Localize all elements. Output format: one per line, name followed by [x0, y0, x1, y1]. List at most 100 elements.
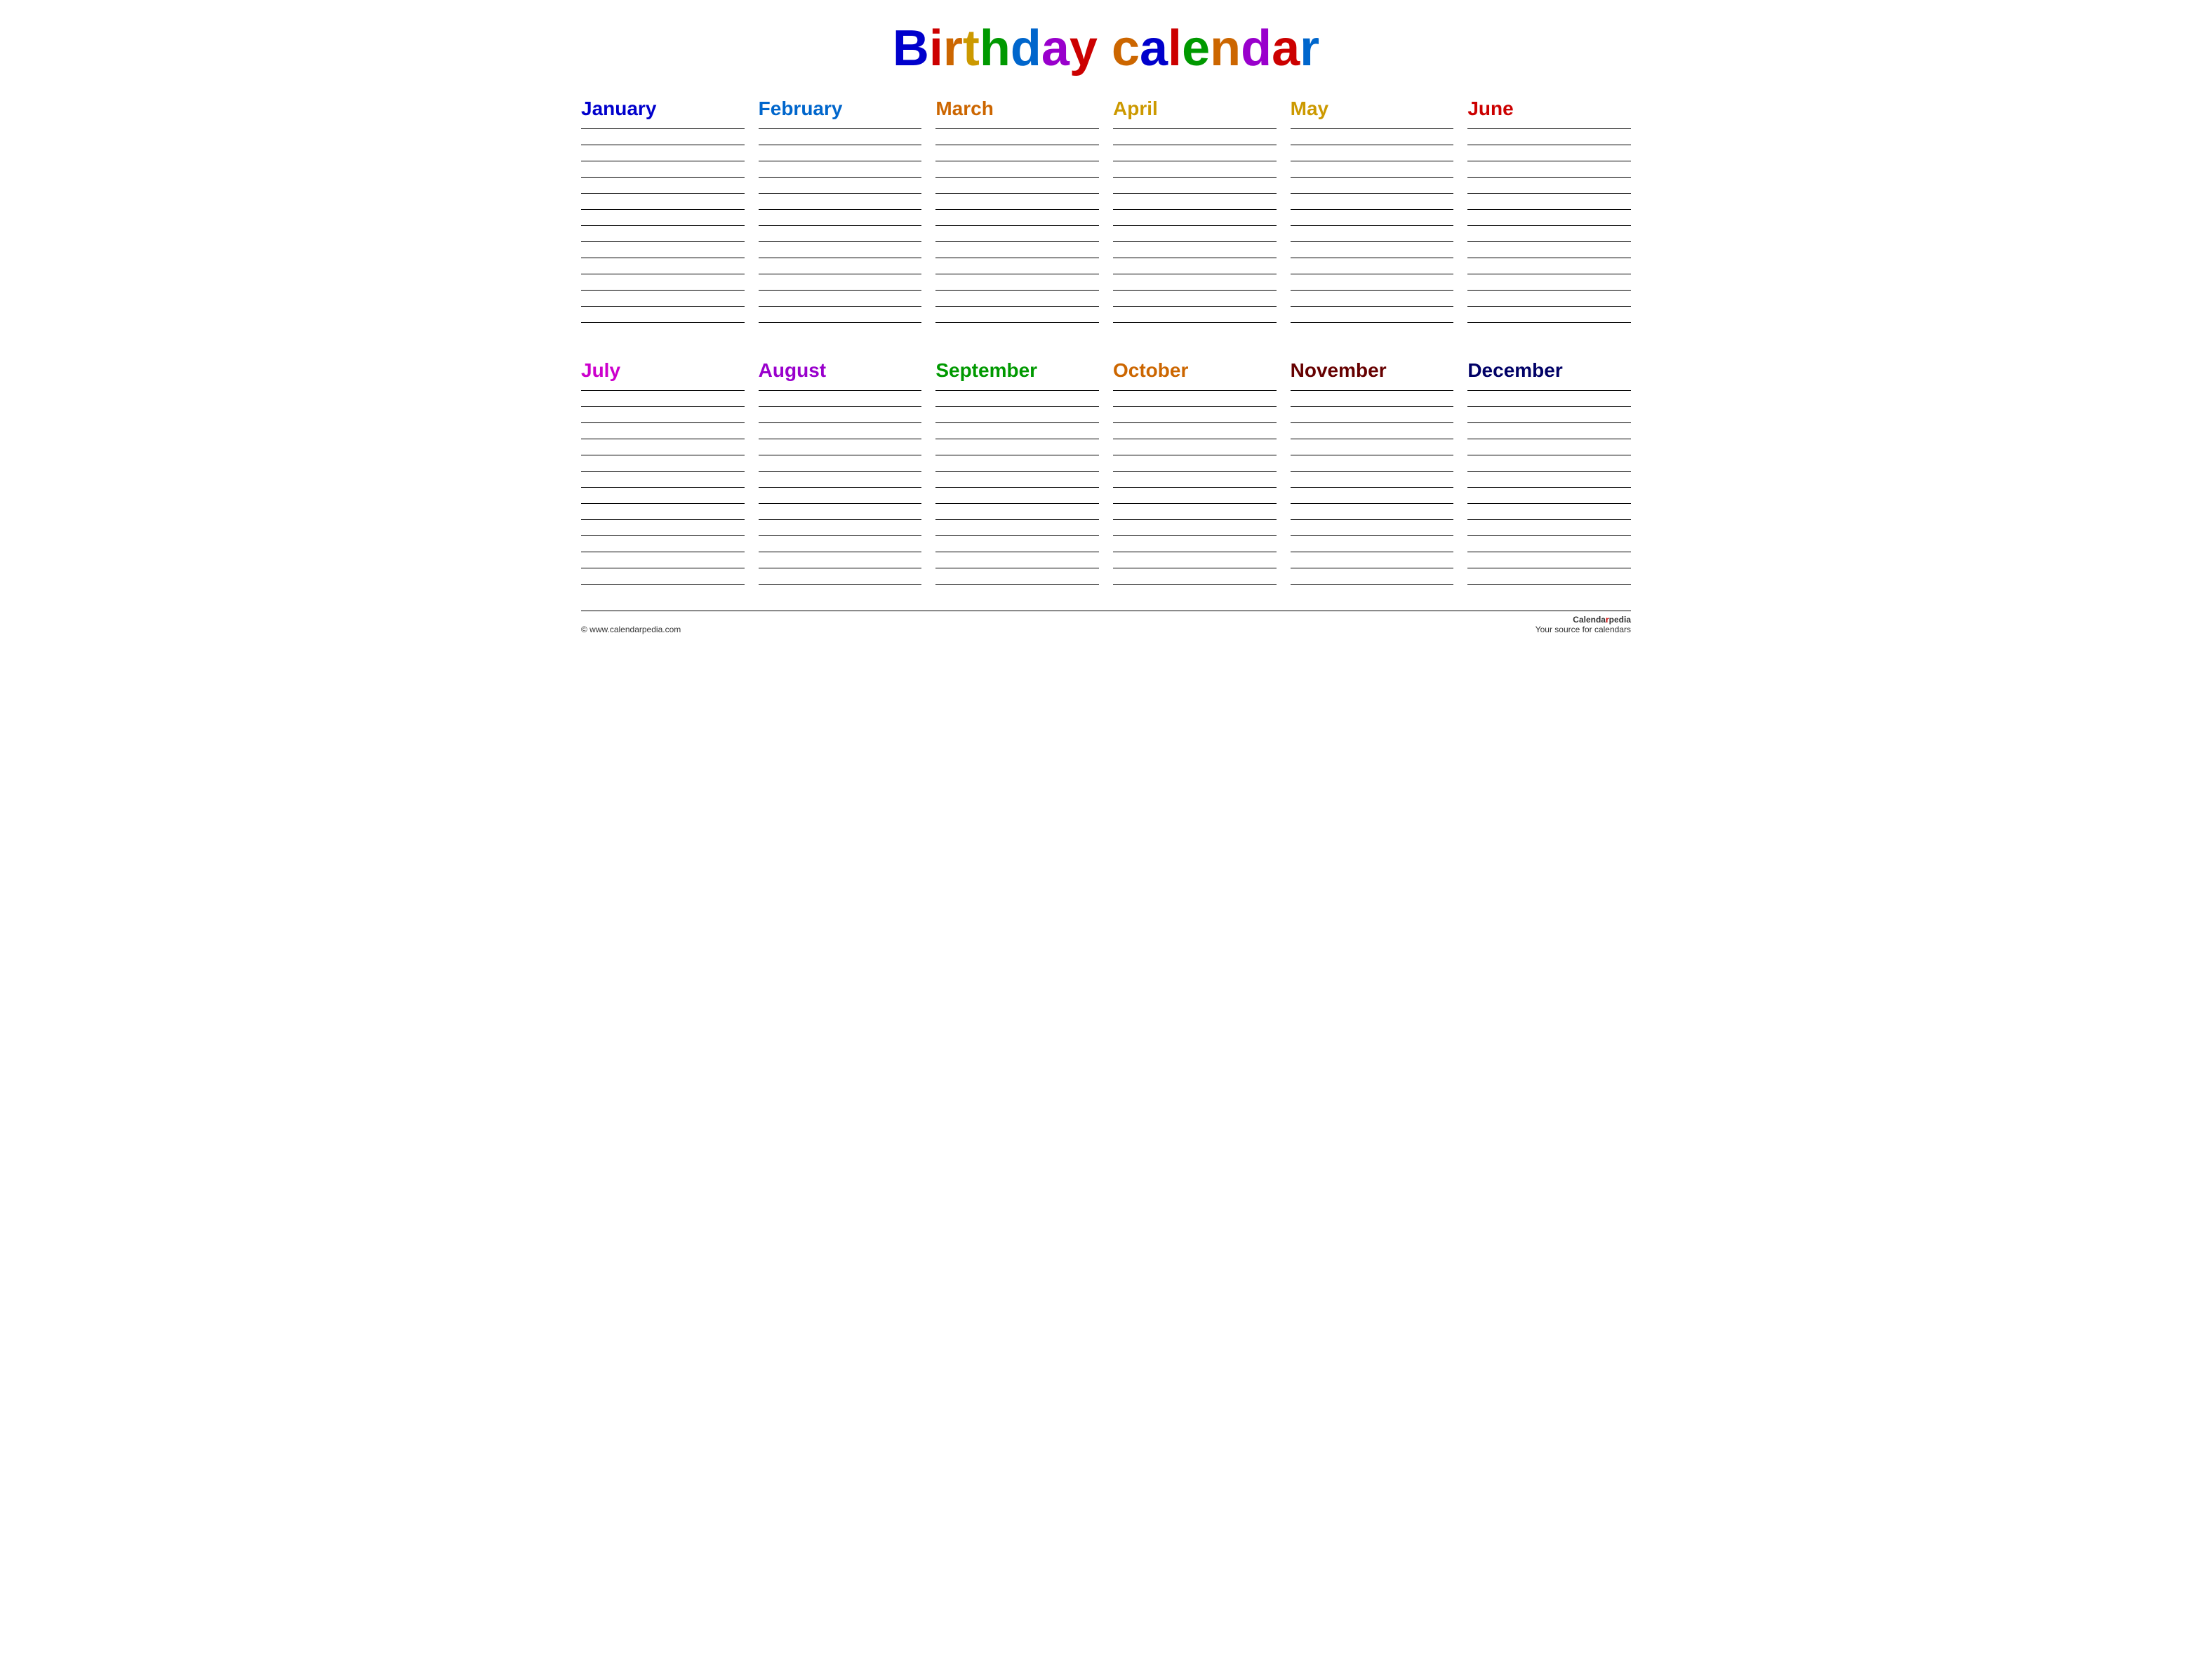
line: [1113, 177, 1277, 178]
line: [581, 290, 745, 291]
line: [581, 177, 745, 178]
line: [1113, 241, 1277, 242]
line: [1113, 306, 1277, 307]
brand-tagline: Your source for calendars: [1535, 625, 1631, 634]
footer-copyright: © www.calendarpedia.com: [581, 625, 681, 634]
line: [581, 584, 745, 585]
june-lines: [1467, 128, 1631, 338]
month-august: August: [759, 359, 922, 600]
month-name-july: July: [581, 359, 745, 385]
month-name-september: September: [935, 359, 1099, 385]
line: [935, 584, 1099, 585]
line: [1113, 422, 1277, 423]
line: [1113, 535, 1277, 536]
line: [1291, 225, 1454, 226]
line: [1291, 306, 1454, 307]
line: [935, 519, 1099, 520]
line: [759, 503, 922, 504]
line: [1467, 471, 1631, 472]
line: [581, 535, 745, 536]
december-lines: [1467, 390, 1631, 600]
line: [581, 322, 745, 323]
line: [1113, 406, 1277, 407]
month-name-may: May: [1291, 98, 1454, 123]
month-name-october: October: [1113, 359, 1277, 385]
line: [1467, 209, 1631, 210]
month-june: June: [1467, 98, 1631, 338]
line: [581, 209, 745, 210]
line: [1467, 306, 1631, 307]
line: [1113, 390, 1277, 391]
line: [1291, 128, 1454, 129]
line: [935, 290, 1099, 291]
line: [935, 406, 1099, 407]
line: [1291, 177, 1454, 178]
line: [1467, 535, 1631, 536]
line: [935, 390, 1099, 391]
line: [1291, 422, 1454, 423]
month-april: April: [1113, 98, 1277, 338]
line: [1291, 290, 1454, 291]
month-name-august: August: [759, 359, 922, 385]
line: [1291, 406, 1454, 407]
line: [1113, 209, 1277, 210]
month-september: September: [935, 359, 1099, 600]
line: [581, 306, 745, 307]
line: [581, 471, 745, 472]
month-name-december: December: [1467, 359, 1631, 385]
page: Birthday calendar January: [553, 0, 1659, 836]
months-row-1: January February: [581, 98, 1631, 338]
line: [1467, 584, 1631, 585]
line: [1467, 290, 1631, 291]
line: [581, 406, 745, 407]
month-march: March: [935, 98, 1099, 338]
line: [1113, 225, 1277, 226]
line: [1467, 193, 1631, 194]
line: [1113, 322, 1277, 323]
line: [759, 322, 922, 323]
line: [1467, 241, 1631, 242]
month-name-january: January: [581, 98, 745, 123]
line: [1113, 193, 1277, 194]
month-february: February: [759, 98, 922, 338]
line: [935, 209, 1099, 210]
line: [1113, 471, 1277, 472]
line: [1291, 503, 1454, 504]
line: [1291, 487, 1454, 488]
line: [935, 177, 1099, 178]
line: [759, 177, 922, 178]
august-lines: [759, 390, 922, 600]
section-divider: [581, 338, 1631, 359]
line: [1113, 584, 1277, 585]
april-lines: [1113, 128, 1277, 338]
month-july: July: [581, 359, 745, 600]
footer-brand: Calendarpedia Your source for calendars: [1535, 615, 1631, 634]
brand-name: Calendarpedia: [1535, 615, 1631, 625]
line: [759, 487, 922, 488]
page-title: Birthday calendar: [581, 21, 1631, 76]
line: [759, 535, 922, 536]
line: [1467, 390, 1631, 391]
line: [935, 322, 1099, 323]
line: [1467, 487, 1631, 488]
line: [935, 241, 1099, 242]
line: [1467, 128, 1631, 129]
line: [1467, 503, 1631, 504]
line: [581, 487, 745, 488]
july-lines: [581, 390, 745, 600]
october-lines: [1113, 390, 1277, 600]
line: [581, 422, 745, 423]
line: [1291, 584, 1454, 585]
month-october: October: [1113, 359, 1277, 600]
line: [1291, 193, 1454, 194]
line: [1291, 390, 1454, 391]
line: [581, 225, 745, 226]
line: [759, 584, 922, 585]
line: [1467, 422, 1631, 423]
month-name-march: March: [935, 98, 1099, 123]
line: [759, 306, 922, 307]
line: [1113, 503, 1277, 504]
footer: © www.calendarpedia.com Calendarpedia Yo…: [581, 611, 1631, 634]
line: [1467, 177, 1631, 178]
line: [759, 406, 922, 407]
